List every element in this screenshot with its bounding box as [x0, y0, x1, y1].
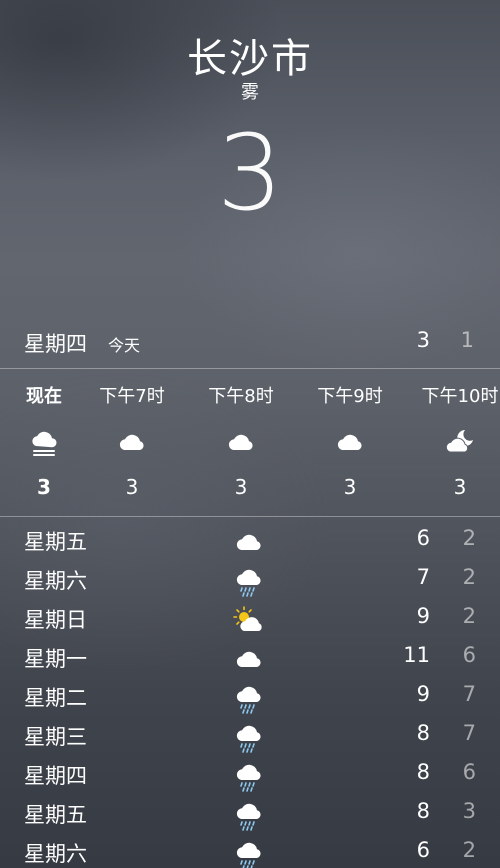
partly-cloudy-night-icon: [443, 426, 477, 460]
rain-icon: [232, 759, 266, 793]
current-temperature: 3: [216, 112, 284, 234]
hour-time: 下午8时: [208, 386, 274, 407]
hour-temp: 3: [343, 475, 357, 499]
daily-row: 星期六 7 2: [0, 561, 500, 600]
rain-icon: [232, 837, 266, 868]
daily-row: 星期一 11 6: [0, 639, 500, 678]
day-high-temp: 6: [416, 838, 430, 862]
day-high-temp: 8: [416, 799, 430, 823]
day-name: 星期六: [24, 569, 87, 593]
daily-row: 星期二 9 7: [0, 678, 500, 717]
hourly-item: 下午8时 3: [186, 372, 296, 516]
day-low-temp: 2: [462, 565, 476, 589]
rain-icon: [232, 798, 266, 832]
today-high-temp: 3: [416, 328, 430, 352]
day-high-temp: 8: [416, 760, 430, 784]
daily-forecast[interactable]: 星期五 6 2 星期六 7 2 星期日 9 2 星期一 11 6 星期二 9 7…: [0, 522, 500, 868]
day-high-temp: 6: [416, 526, 430, 550]
weather-condition: 雾: [241, 82, 259, 103]
hour-time: 下午7时: [99, 386, 165, 407]
today-label: 今天: [108, 336, 141, 355]
day-high-temp: 7: [416, 565, 430, 589]
divider: [0, 516, 500, 517]
cloud-icon: [115, 426, 149, 460]
day-low-temp: 7: [462, 721, 476, 745]
daily-row: 星期五 6 2: [0, 522, 500, 561]
hourly-item: 下午7时 3: [77, 372, 187, 516]
city-name: 长沙市: [187, 36, 313, 82]
day-high-temp: 11: [403, 643, 430, 667]
day-low-temp: 6: [462, 760, 476, 784]
day-low-temp: 2: [462, 838, 476, 862]
daily-row: 星期五 8 3: [0, 795, 500, 834]
rain-icon: [232, 564, 266, 598]
partly-sunny-icon: [232, 603, 266, 637]
daily-row: 星期六 6 2: [0, 834, 500, 868]
day-high-temp: 8: [416, 721, 430, 745]
day-name: 星期五: [24, 803, 87, 827]
today-low-temp: 1: [460, 328, 474, 352]
hourly-forecast[interactable]: 现在 3 下午7时 3 下午8时 3 下午9时 3 下午10时 3: [0, 372, 500, 516]
day-name: 星期一: [24, 647, 87, 671]
hour-temp: 3: [234, 475, 248, 499]
hour-time: 下午9时: [317, 386, 383, 407]
day-name: 星期六: [24, 842, 87, 866]
day-name: 星期日: [24, 608, 87, 632]
fog-icon: [27, 426, 61, 460]
daily-row: 星期日 9 2: [0, 600, 500, 639]
divider: [0, 368, 500, 369]
hour-temp: 3: [125, 475, 139, 499]
day-name: 星期三: [24, 725, 87, 749]
day-high-temp: 9: [416, 604, 430, 628]
day-low-temp: 6: [462, 643, 476, 667]
cloud-icon: [224, 426, 258, 460]
rain-icon: [232, 681, 266, 715]
day-high-temp: 9: [416, 682, 430, 706]
cloud-icon: [232, 642, 266, 676]
rain-icon: [232, 720, 266, 754]
day-low-temp: 7: [462, 682, 476, 706]
day-name: 星期二: [24, 686, 87, 710]
day-low-temp: 2: [462, 526, 476, 550]
daily-row: 星期三 8 7: [0, 717, 500, 756]
daily-row: 星期四 8 6: [0, 756, 500, 795]
cloud-icon: [333, 426, 367, 460]
day-low-temp: 3: [462, 799, 476, 823]
day-name: 星期四: [24, 764, 87, 788]
cloud-icon: [232, 525, 266, 559]
hour-temp: 3: [453, 475, 467, 499]
hour-time: 下午10时: [421, 386, 499, 407]
hourly-item: 下午9时 3: [295, 372, 405, 516]
hourly-item: 下午10时 3: [405, 372, 500, 516]
today-weekday: 星期四: [24, 332, 87, 356]
today-summary-row: 星期四 今天 3 1: [24, 324, 476, 360]
day-low-temp: 2: [462, 604, 476, 628]
day-name: 星期五: [24, 530, 87, 554]
